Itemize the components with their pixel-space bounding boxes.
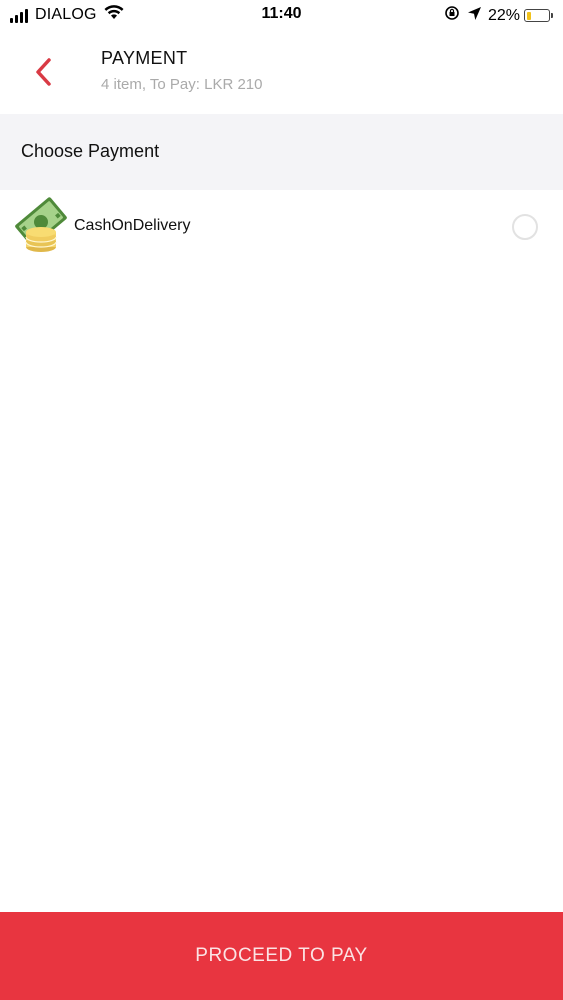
battery-icon (524, 9, 550, 22)
battery-percent: 22% (487, 6, 520, 24)
orientation-lock-icon (444, 5, 460, 26)
page-title: PAYMENT (101, 48, 188, 68)
status-bar: DIALOG 11:40 22% (0, 0, 563, 30)
battery-level-fill (526, 11, 531, 20)
battery-cap (551, 13, 553, 18)
location-arrow-icon (467, 6, 482, 26)
choose-payment-section: Choose Payment (0, 114, 563, 190)
payment-option-radio[interactable] (512, 214, 538, 240)
payment-option-label: CashOnDelivery (74, 217, 191, 234)
payment-option-cash-on-delivery[interactable]: CashOnDelivery (0, 190, 563, 262)
status-right: 22% (444, 5, 553, 26)
back-button[interactable] (22, 50, 66, 94)
payment-screen: DIALOG 11:40 22% PAYMENT 4 item, To Pay:… (0, 0, 563, 1000)
chevron-left-icon (36, 58, 51, 86)
cash-coins-icon (12, 196, 70, 254)
order-summary: 4 item, To Pay: LKR 210 (101, 76, 263, 93)
section-title: Choose Payment (21, 141, 160, 161)
page-header: PAYMENT 4 item, To Pay: LKR 210 (0, 30, 563, 114)
proceed-to-pay-button[interactable]: PROCEED TO PAY (0, 912, 563, 1000)
